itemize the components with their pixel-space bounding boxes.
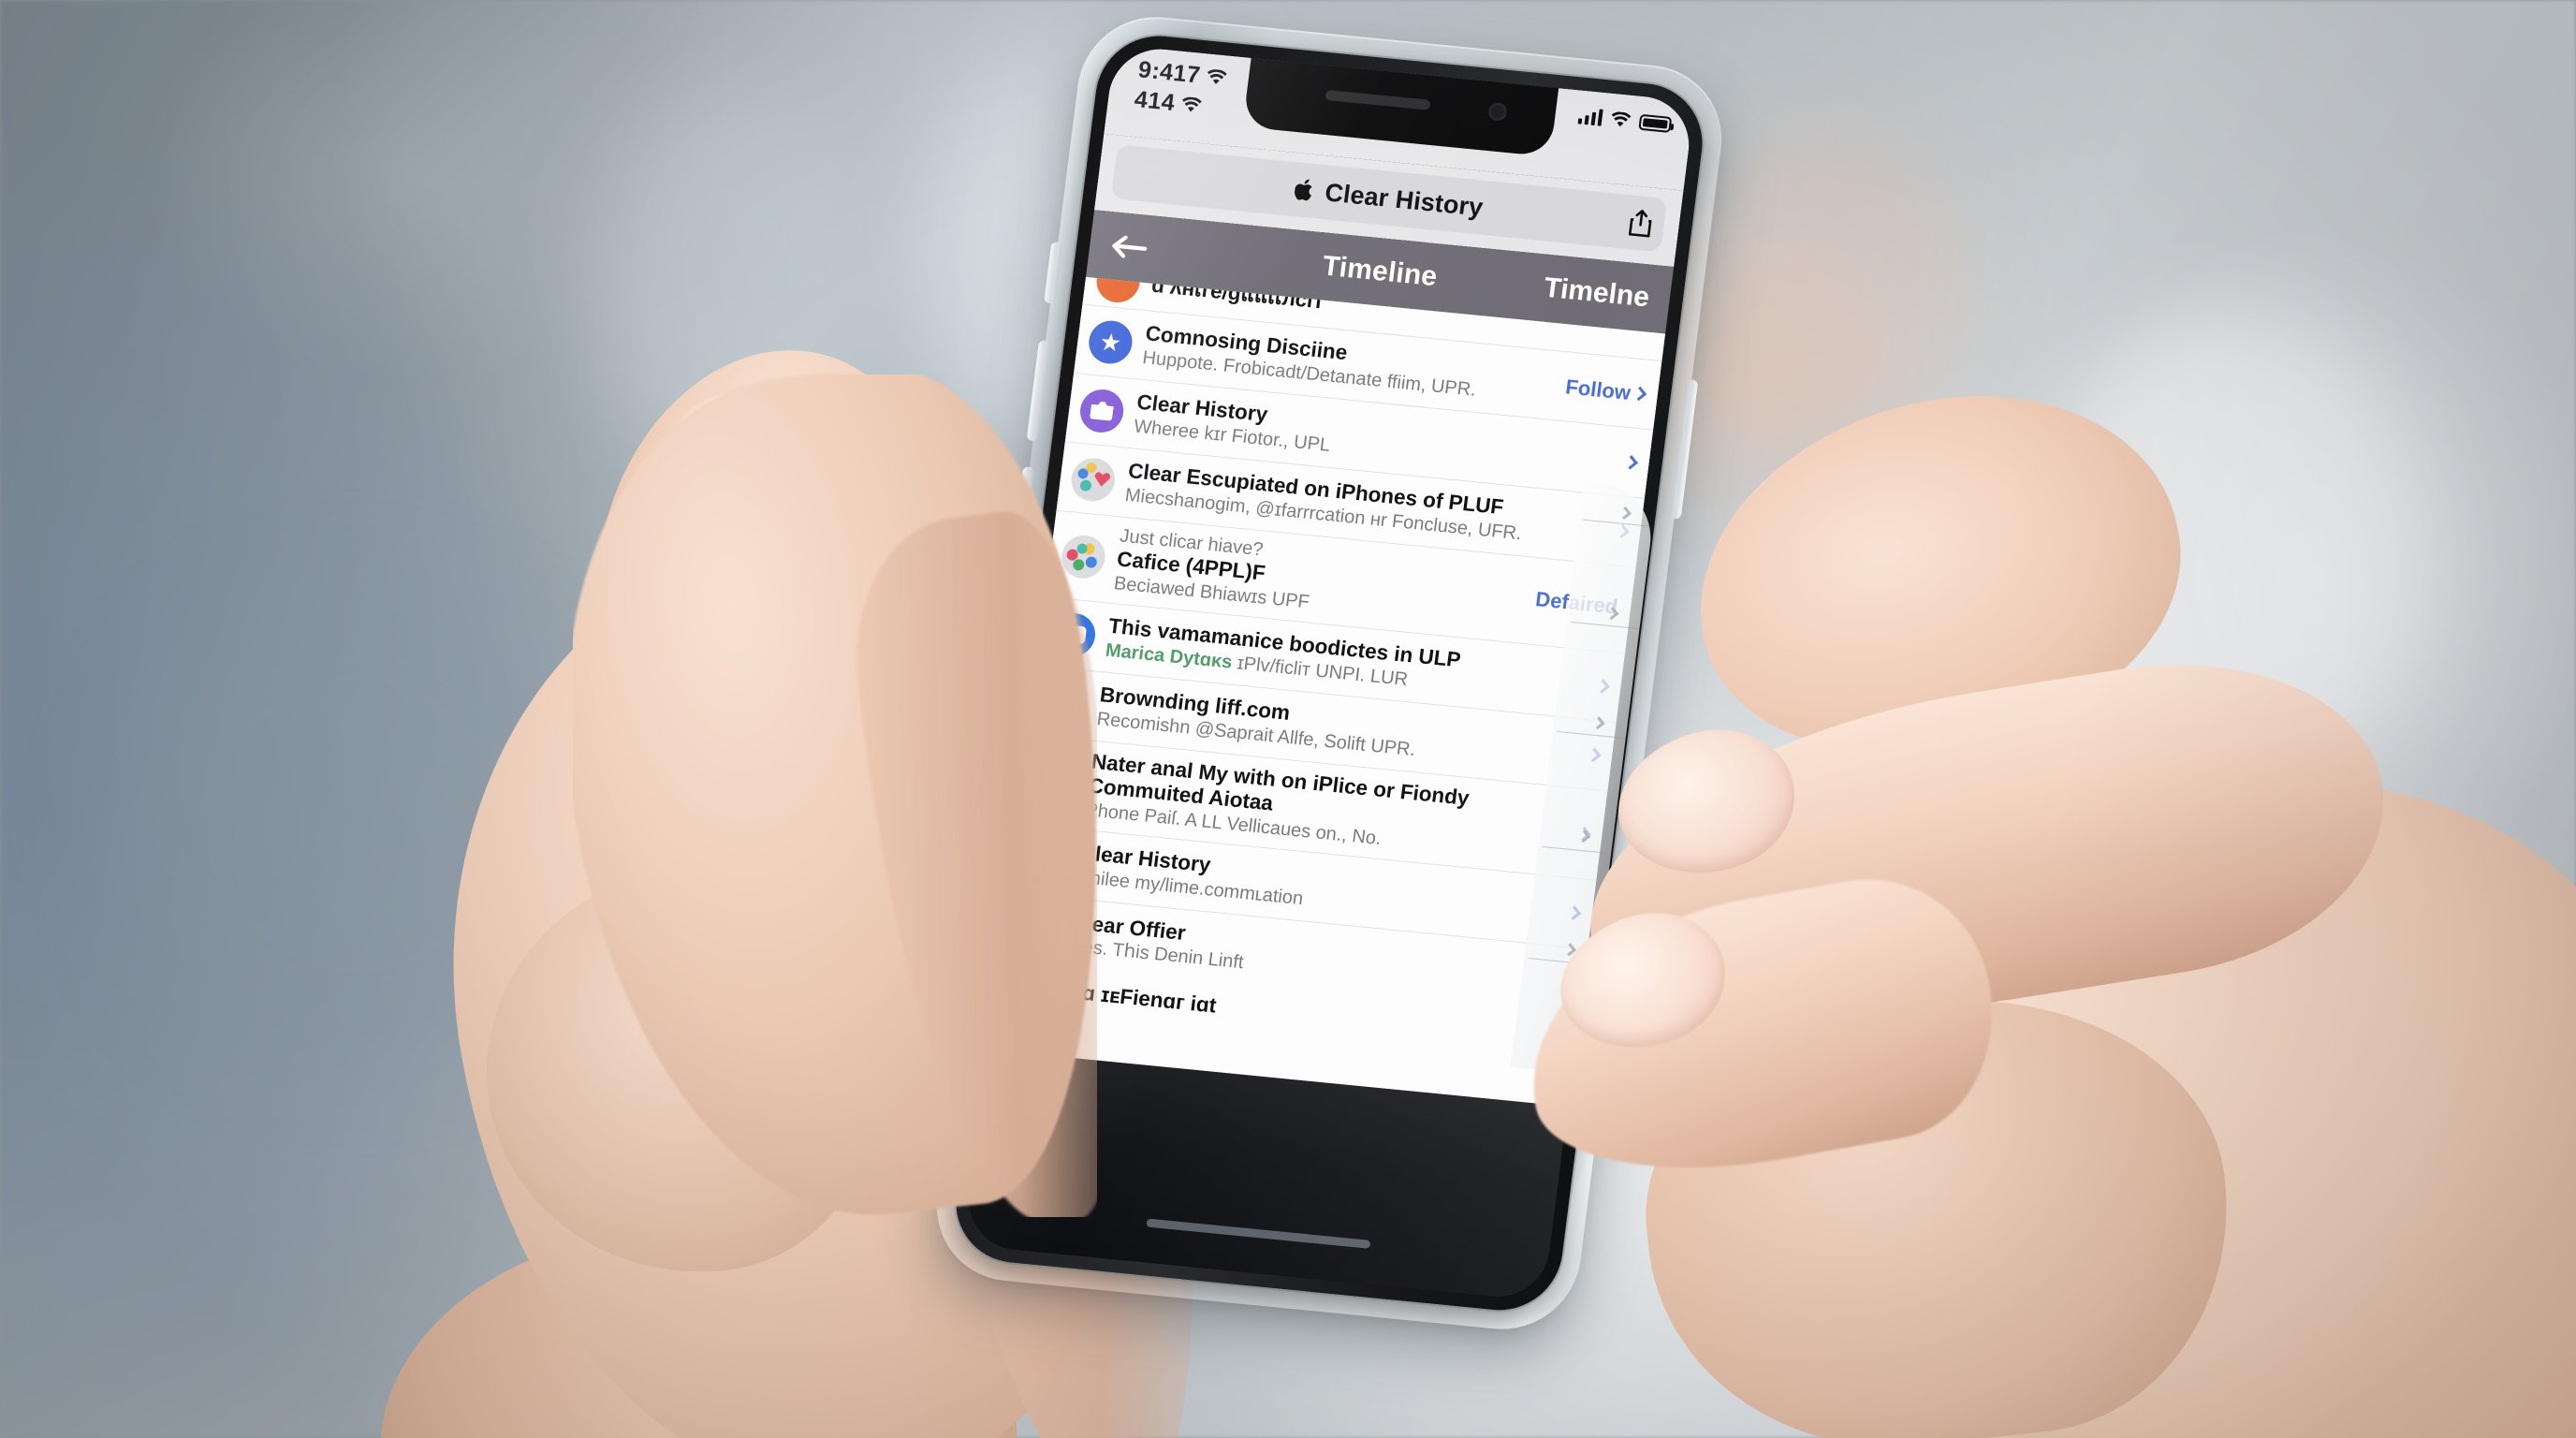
back-arrow-icon[interactable] bbox=[1108, 231, 1149, 263]
share-icon[interactable] bbox=[1627, 208, 1655, 238]
home-indicator[interactable] bbox=[1146, 1218, 1371, 1249]
left-thumb-overlap bbox=[573, 374, 1097, 1217]
follow-button[interactable]: Follow bbox=[1564, 374, 1647, 406]
status-bar-left: 9:417 414 bbox=[1133, 56, 1229, 120]
address-bar-label: Clear History bbox=[1323, 177, 1486, 222]
status-time: 9:417 bbox=[1136, 56, 1203, 89]
earpiece-speaker bbox=[1325, 89, 1431, 110]
chevron-right-icon bbox=[1632, 386, 1647, 402]
star-badge-avatar: ★ bbox=[1086, 318, 1135, 366]
front-camera bbox=[1487, 102, 1508, 122]
status-bar-right bbox=[1577, 107, 1673, 133]
wifi-icon-status bbox=[1611, 110, 1632, 126]
notch bbox=[1242, 53, 1559, 157]
star-icon: ★ bbox=[1097, 327, 1123, 358]
status-secondary: 414 bbox=[1133, 86, 1177, 117]
wifi-icon bbox=[1208, 69, 1228, 84]
orange-avatar bbox=[1093, 276, 1143, 304]
right-index-fingertip bbox=[1506, 859, 2013, 1200]
follow-label: Follow bbox=[1564, 374, 1632, 404]
cellular-bars-icon bbox=[1577, 107, 1603, 126]
nav-right-label[interactable]: Timelne bbox=[1542, 272, 1650, 315]
battery-icon bbox=[1638, 113, 1673, 133]
wifi-icon-secondary bbox=[1182, 96, 1202, 112]
apple-logo-icon bbox=[1295, 179, 1312, 201]
